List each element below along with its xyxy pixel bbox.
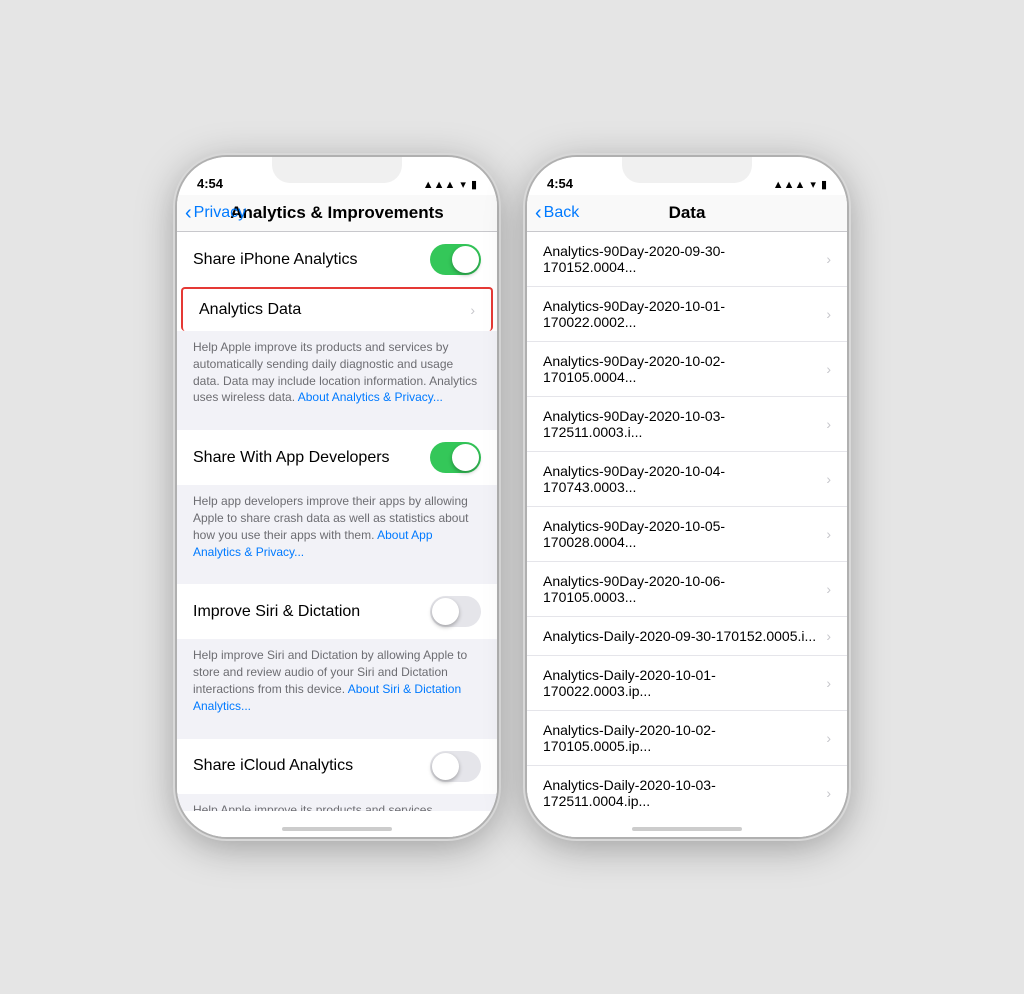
screen-left: ‹ Privacy Analytics & Improvements Share… — [177, 195, 497, 837]
bottom-bar-right — [527, 811, 847, 837]
list-item-text: Analytics-90Day-2020-10-01-170022.0002..… — [543, 298, 818, 330]
list-item-text: Analytics-90Day-2020-09-30-170152.0004..… — [543, 243, 818, 275]
list-item[interactable]: Analytics-90Day-2020-09-30-170152.0004..… — [527, 232, 847, 287]
status-bar-left: 4:54 ▲▲▲ ▾ ▮ — [177, 157, 497, 195]
back-label-right: Back — [544, 204, 580, 222]
notch-left — [272, 157, 402, 183]
list-item[interactable]: Analytics-90Day-2020-10-04-170743.0003..… — [527, 452, 847, 507]
label-share-icloud: Share iCloud Analytics — [193, 757, 430, 775]
list-item-text: Analytics-Daily-2020-09-30-170152.0005.i… — [543, 628, 818, 644]
wifi-icon: ▾ — [460, 178, 466, 191]
list-item-text: Analytics-90Day-2020-10-05-170028.0004..… — [543, 518, 818, 550]
label-share-iphone: Share iPhone Analytics — [193, 251, 430, 269]
list-item-text: Analytics-Daily-2020-10-01-170022.0003.i… — [543, 667, 818, 699]
toggle-improve-siri[interactable] — [430, 596, 481, 627]
toggle-knob-icloud — [432, 753, 459, 780]
time-left: 4:54 — [197, 176, 223, 191]
list-item-text: Analytics-90Day-2020-10-03-172511.0003.i… — [543, 408, 818, 440]
list-item[interactable]: Analytics-90Day-2020-10-01-170022.0002..… — [527, 287, 847, 342]
chevron-list-item: › — [826, 581, 831, 597]
status-icons-right: ▲▲▲ ▾ ▮ — [773, 178, 827, 191]
notch-right — [622, 157, 752, 183]
desc-analytics: Help Apple improve its products and serv… — [177, 331, 497, 418]
chevron-list-item: › — [826, 628, 831, 644]
status-bar-right: 4:54 ▲▲▲ ▾ ▮ — [527, 157, 847, 195]
list-item-text: Analytics-90Day-2020-10-02-170105.0004..… — [543, 353, 818, 385]
home-indicator-left — [282, 827, 392, 831]
list-item-text: Analytics-Daily-2020-10-02-170105.0005.i… — [543, 722, 818, 754]
row-improve-siri[interactable]: Improve Siri & Dictation — [177, 584, 497, 639]
label-share-devs: Share With App Developers — [193, 449, 430, 467]
chevron-list-item: › — [826, 730, 831, 746]
battery-icon-right: ▮ — [821, 178, 827, 191]
chevron-list-item: › — [826, 526, 831, 542]
back-chevron-right: ‹ — [535, 203, 542, 223]
status-icons-left: ▲▲▲ ▾ ▮ — [423, 178, 477, 191]
phone-right: 4:54 ▲▲▲ ▾ ▮ ‹ Back Data Analytics-90Day… — [527, 157, 847, 837]
link-analytics-privacy[interactable]: About Analytics & Privacy... — [298, 390, 443, 404]
content-left: Share iPhone Analytics Analytics Data › … — [177, 232, 497, 811]
toggle-knob-share-iphone — [452, 246, 479, 273]
section-siri: Improve Siri & Dictation — [177, 584, 497, 639]
signal-icon: ▲▲▲ — [423, 179, 456, 191]
chevron-list-item: › — [826, 251, 831, 267]
back-button-left[interactable]: ‹ Privacy — [185, 203, 246, 223]
label-analytics-data: Analytics Data — [199, 301, 462, 319]
toggle-knob-devs — [452, 444, 479, 471]
battery-icon: ▮ — [471, 178, 477, 191]
toggle-share-iphone[interactable] — [430, 244, 481, 275]
list-item[interactable]: Analytics-90Day-2020-10-06-170105.0003..… — [527, 562, 847, 617]
row-analytics-data[interactable]: Analytics Data › — [181, 287, 493, 331]
wifi-icon-right: ▾ — [810, 178, 816, 191]
back-label-left: Privacy — [194, 204, 246, 222]
list-item[interactable]: Analytics-Daily-2020-10-02-170105.0005.i… — [527, 711, 847, 766]
chevron-analytics-data: › — [470, 302, 475, 318]
list-item[interactable]: Analytics-Daily-2020-10-01-170022.0003.i… — [527, 656, 847, 711]
list-item-text: Analytics-90Day-2020-10-06-170105.0003..… — [543, 573, 818, 605]
screen-right: ‹ Back Data Analytics-90Day-2020-09-30-1… — [527, 195, 847, 837]
list-item[interactable]: Analytics-Daily-2020-10-03-172511.0004.i… — [527, 766, 847, 811]
back-button-right[interactable]: ‹ Back — [535, 203, 579, 223]
desc-icloud: Help Apple improve its products and serv… — [177, 794, 497, 811]
chevron-list-item: › — [826, 785, 831, 801]
row-share-devs[interactable]: Share With App Developers — [177, 430, 497, 485]
list-item-text: Analytics-Daily-2020-10-03-172511.0004.i… — [543, 777, 818, 809]
chevron-list-item: › — [826, 675, 831, 691]
nav-bar-right: ‹ Back Data — [527, 195, 847, 232]
desc-siri: Help improve Siri and Dictation by allow… — [177, 639, 497, 726]
phone-left: 4:54 ▲▲▲ ▾ ▮ ‹ Privacy Analytics & Impro… — [177, 157, 497, 837]
section-analytics-data: Analytics Data › — [177, 287, 497, 331]
label-improve-siri: Improve Siri & Dictation — [193, 603, 430, 621]
nav-bar-left: ‹ Privacy Analytics & Improvements — [177, 195, 497, 232]
toggle-knob-siri — [432, 598, 459, 625]
row-share-iphone[interactable]: Share iPhone Analytics — [177, 232, 497, 287]
signal-icon-right: ▲▲▲ — [773, 179, 806, 191]
chevron-list-item: › — [826, 306, 831, 322]
section-icloud: Share iCloud Analytics — [177, 739, 497, 794]
nav-title-right: Data — [669, 203, 706, 223]
data-list: Analytics-90Day-2020-09-30-170152.0004..… — [527, 232, 847, 811]
list-item[interactable]: Analytics-90Day-2020-10-02-170105.0004..… — [527, 342, 847, 397]
section-share-devs: Share With App Developers — [177, 430, 497, 485]
chevron-list-item: › — [826, 416, 831, 432]
bottom-bar-left — [177, 811, 497, 837]
time-right: 4:54 — [547, 176, 573, 191]
list-item[interactable]: Analytics-90Day-2020-10-05-170028.0004..… — [527, 507, 847, 562]
section-share-iphone: Share iPhone Analytics — [177, 232, 497, 287]
desc-devs: Help app developers improve their apps b… — [177, 485, 497, 572]
toggle-share-devs[interactable] — [430, 442, 481, 473]
list-item[interactable]: Analytics-90Day-2020-10-03-172511.0003.i… — [527, 397, 847, 452]
list-item-text: Analytics-90Day-2020-10-04-170743.0003..… — [543, 463, 818, 495]
toggle-share-icloud[interactable] — [430, 751, 481, 782]
back-chevron-left: ‹ — [185, 203, 192, 223]
nav-title-left: Analytics & Improvements — [230, 203, 444, 223]
list-item[interactable]: Analytics-Daily-2020-09-30-170152.0005.i… — [527, 617, 847, 656]
row-share-icloud[interactable]: Share iCloud Analytics — [177, 739, 497, 794]
chevron-list-item: › — [826, 361, 831, 377]
chevron-list-item: › — [826, 471, 831, 487]
home-indicator-right — [632, 827, 742, 831]
